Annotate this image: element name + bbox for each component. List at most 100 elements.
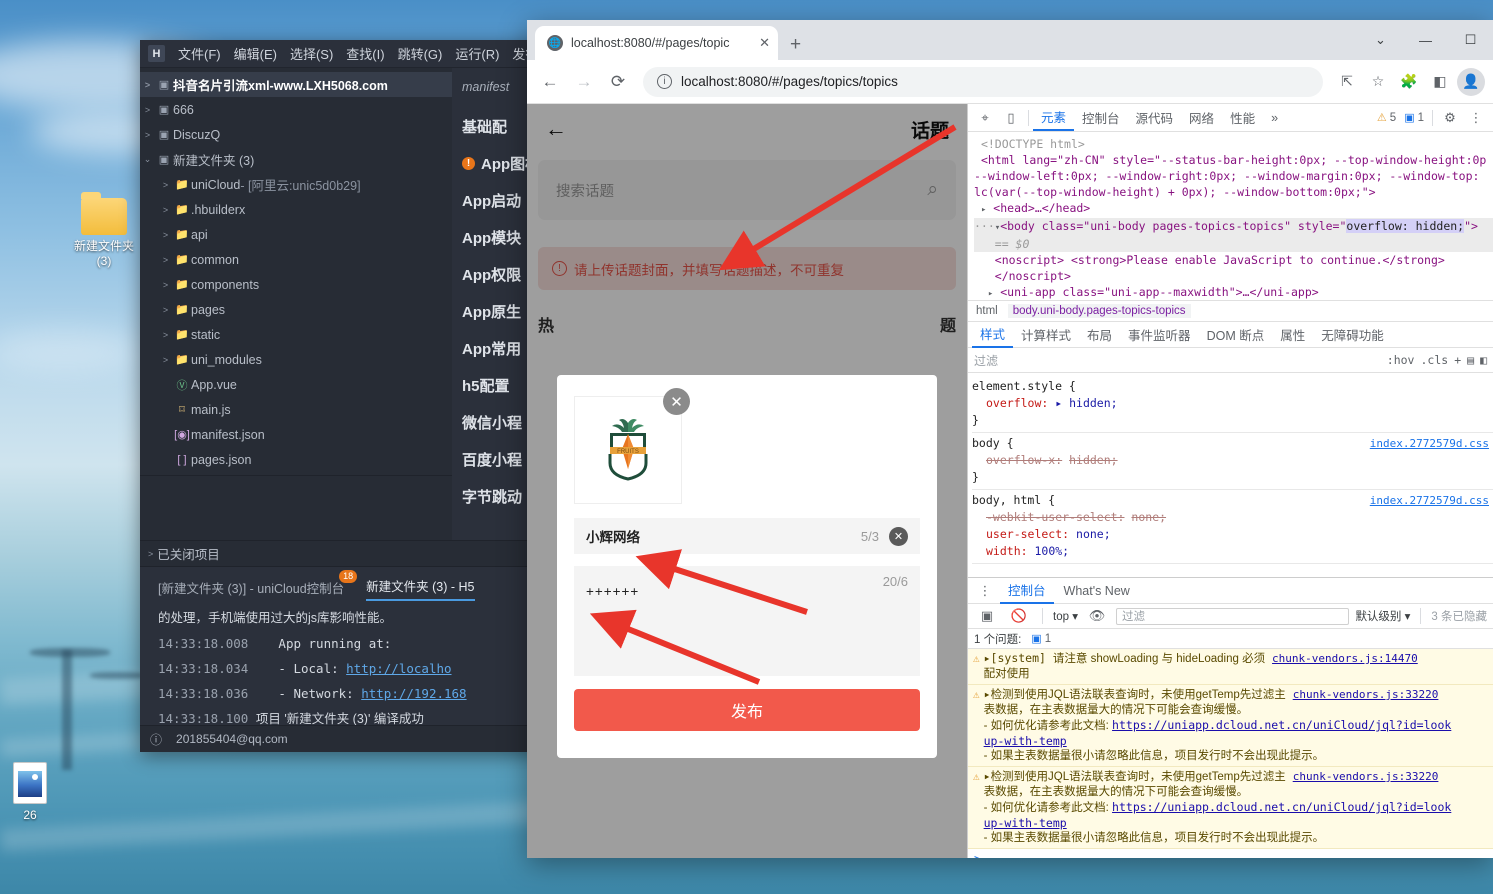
tree-item-project-expanded[interactable]: ⌄ ▣ 新建文件夹 (3) bbox=[140, 147, 452, 172]
console-message-prefix[interactable]: ▸[system] bbox=[984, 651, 1053, 665]
css-source-link[interactable]: index.2772579d.css bbox=[1370, 435, 1489, 452]
gear-icon[interactable]: ⚙ bbox=[1437, 105, 1463, 131]
tree-item-project[interactable]: > ▣ 666 bbox=[140, 97, 452, 122]
console-filter-input[interactable]: 过滤 bbox=[1116, 608, 1349, 625]
console-source-ref[interactable]: chunk-vendors.js:14470 bbox=[1272, 652, 1418, 665]
css-declaration[interactable]: width: 100%; bbox=[972, 543, 1493, 560]
topic-title-field[interactable]: 小辉网络 5/3 ✕ bbox=[574, 518, 920, 554]
side-panel-icon[interactable]: ◧ bbox=[1426, 68, 1454, 96]
console-message-link[interactable]: https://uniapp.dcloud.net.cn/uniCloud/jq… bbox=[1112, 718, 1451, 732]
dom-row-head[interactable]: ▸ <head>…</head> bbox=[974, 200, 1493, 218]
chevron-right-icon[interactable]: > bbox=[158, 255, 173, 265]
tab-network[interactable]: 网络 bbox=[1181, 104, 1222, 131]
toolbar-icons[interactable]: ⇱ ☆ 🧩 ◧ 👤 bbox=[1333, 68, 1485, 96]
css-rule-body[interactable]: index.2772579d.css body { overflow-x: hi… bbox=[972, 433, 1493, 490]
forward-button[interactable]: → bbox=[569, 67, 599, 97]
console-message-warning[interactable]: ⚠ ▸检测到使用JQL语法联表查询时，未使用getTemp先过滤主 chunk-… bbox=[968, 685, 1493, 767]
chevron-down-icon[interactable]: ⌄ bbox=[140, 154, 155, 165]
console-source-ref[interactable]: chunk-vendors.js:33220 bbox=[1293, 770, 1439, 783]
chevron-right-icon[interactable]: > bbox=[158, 305, 173, 315]
clear-console-icon[interactable]: 🚫 bbox=[1006, 603, 1032, 629]
tab-elements[interactable]: 元素 bbox=[1033, 104, 1074, 131]
info-circle-icon[interactable]: i bbox=[657, 74, 672, 89]
drawer-tab-console[interactable]: 控制台 bbox=[1000, 577, 1054, 604]
topic-desc-field[interactable]: 20/6 ++++++ bbox=[574, 566, 920, 676]
profile-icon[interactable]: 👤 bbox=[1457, 68, 1485, 96]
styles-filter-input[interactable]: 过滤 bbox=[974, 352, 1381, 369]
dom-row-body[interactable]: ···▾<body class="uni-body pages-topics-t… bbox=[974, 218, 1493, 236]
dom-row-html[interactable]: <html lang="zh-CN" style="--status-bar-h… bbox=[974, 152, 1493, 168]
tree-item-project[interactable]: > ▣ 抖音名片引流xml-www.LXH5068.com bbox=[140, 72, 452, 97]
styles-filter-bar[interactable]: 过滤 :hov .cls + ▤ ◧ bbox=[968, 348, 1493, 373]
tree-item-folder[interactable]: > 📁 uniCloud - [阿里云:unic5d0b29] bbox=[140, 172, 452, 197]
breadcrumb-item-body[interactable]: body.uni-body.pages-topics-topics bbox=[1008, 304, 1191, 318]
tab-strip[interactable]: 🌐 localhost:8080/#/pages/topic ✕ + ⌄ — ☐ bbox=[527, 20, 1493, 60]
address-bar[interactable]: i localhost:8080/#/pages/topics/topics bbox=[643, 67, 1323, 97]
tree-item-folder[interactable]: > 📁 api bbox=[140, 222, 452, 247]
menu-item-goto[interactable]: 跳转(G) bbox=[398, 44, 443, 63]
devtools-panel[interactable]: ⌖ ▯ 元素 控制台 源代码 网络 性能 » ⚠ 5 ▣ 1 ⚙ bbox=[967, 104, 1493, 858]
tree-item-file-manifest[interactable]: [◉] manifest.json bbox=[140, 422, 452, 447]
console-message-prefix[interactable]: ▸ bbox=[984, 769, 991, 783]
console-tab-unicloud[interactable]: [新建文件夹 (3)] - uniCloud控制台 18 bbox=[158, 578, 344, 601]
tree-item-folder[interactable]: > 📁 components bbox=[140, 272, 452, 297]
tab-event-listeners[interactable]: 事件监听器 bbox=[1120, 321, 1199, 348]
chevron-right-icon[interactable]: > bbox=[158, 230, 173, 240]
browser-tab[interactable]: 🌐 localhost:8080/#/pages/topic ✕ bbox=[535, 26, 778, 60]
info-count-badge[interactable]: ▣ 1 bbox=[1400, 111, 1428, 124]
breadcrumb[interactable]: html body.uni-body.pages-topics-topics bbox=[968, 300, 1493, 322]
project-tree[interactable]: > ▣ 抖音名片引流xml-www.LXH5068.com > ▣ 666 > … bbox=[140, 68, 452, 540]
browser-toolbar[interactable]: ← → ⟳ i localhost:8080/#/pages/topics/to… bbox=[527, 60, 1493, 104]
chevron-right-icon[interactable]: > bbox=[140, 105, 155, 115]
tree-item-folder[interactable]: > 📁 uni_modules bbox=[140, 347, 452, 372]
issues-bar[interactable]: 1 个问题: ▣ 1 bbox=[968, 629, 1493, 649]
tab-sources[interactable]: 源代码 bbox=[1128, 104, 1182, 131]
menu-item-edit[interactable]: 编辑(E) bbox=[234, 44, 277, 63]
console-message-warning[interactable]: ⚠ ▸检测到使用JQL语法联表查询时，未使用getTemp先过滤主 chunk-… bbox=[968, 767, 1493, 849]
minimize-button[interactable]: — bbox=[1403, 20, 1448, 60]
console-context-selector[interactable]: top ▾ bbox=[1053, 609, 1078, 623]
breadcrumb-item-html[interactable]: html bbox=[976, 305, 998, 317]
chrome-browser-window[interactable]: 🌐 localhost:8080/#/pages/topic ✕ + ⌄ — ☐… bbox=[527, 20, 1493, 858]
chevron-right-icon[interactable]: > bbox=[158, 180, 173, 190]
inspect-icon[interactable]: ⌖ bbox=[972, 105, 998, 131]
expand-triangle-icon[interactable]: ▸ bbox=[981, 205, 986, 215]
rendered-page[interactable]: ← 话题 搜索话题 ⌕ ! 请上传话题封面，并填写话题描述，不可重复 热 题 bbox=[527, 104, 967, 858]
hov-toggle[interactable]: :hov bbox=[1387, 353, 1415, 367]
console-message-link-cont[interactable]: up-with-temp bbox=[984, 816, 1067, 830]
publish-topic-modal[interactable]: FRUITS ✕ 小辉网络 5/3 ✕ 20/6 ++++++ 发布 bbox=[557, 375, 937, 758]
reload-button[interactable]: ⟳ bbox=[603, 67, 633, 97]
back-button[interactable]: ← bbox=[535, 67, 565, 97]
css-source-link[interactable]: index.2772579d.css bbox=[1370, 492, 1489, 509]
console-toolbar[interactable]: ▣ 🚫 top ▾ 👁 过滤 默认级别 ▾ 3 条已隐藏 bbox=[968, 604, 1493, 629]
console-source-ref[interactable]: chunk-vendors.js:33220 bbox=[1293, 688, 1439, 701]
console-level-selector[interactable]: 默认级别 ▾ bbox=[1355, 608, 1410, 624]
window-controls[interactable]: ⌄ — ☐ bbox=[1358, 20, 1493, 60]
styles-tab-bar[interactable]: 样式 计算样式 布局 事件监听器 DOM 断点 属性 无障碍功能 bbox=[968, 322, 1493, 348]
desktop-icon-folder[interactable]: 新建文件夹 (3) bbox=[62, 198, 146, 269]
chevron-right-icon[interactable]: > bbox=[140, 80, 155, 90]
publish-button[interactable]: 发布 bbox=[574, 689, 920, 731]
clear-title-icon[interactable]: ✕ bbox=[889, 527, 908, 546]
drawer-tab-bar[interactable]: ⋮ 控制台 What's New bbox=[968, 578, 1493, 604]
tree-item-folder[interactable]: > 📁 pages bbox=[140, 297, 452, 322]
console-tab-h5[interactable]: 新建文件夹 (3) - H5 bbox=[366, 576, 474, 601]
new-tab-button[interactable]: + bbox=[790, 35, 801, 54]
chevron-right-icon[interactable]: > bbox=[158, 355, 173, 365]
console-message-warning[interactable]: ⚠ ▸[system] 请注意 showLoading 与 hideLoadin… bbox=[968, 649, 1493, 685]
console-link[interactable]: http://192.168 bbox=[361, 686, 466, 701]
menu-item-run[interactable]: 运行(R) bbox=[455, 44, 499, 63]
tree-item-folder[interactable]: > 📁 common bbox=[140, 247, 452, 272]
css-declaration[interactable]: user-select: none; bbox=[972, 526, 1493, 543]
console-messages[interactable]: ⚠ ▸[system] 请注意 showLoading 与 hideLoadin… bbox=[968, 649, 1493, 858]
chevron-right-icon[interactable]: > bbox=[158, 330, 173, 340]
console-prompt[interactable]: > bbox=[968, 849, 1493, 858]
expand-triangle-icon[interactable]: ▸ bbox=[988, 289, 993, 299]
desktop-icon-image[interactable]: 26 bbox=[0, 762, 72, 823]
tab-layout[interactable]: 布局 bbox=[1079, 321, 1120, 348]
dom-tree[interactable]: <!DOCTYPE html> <html lang="zh-CN" style… bbox=[968, 132, 1493, 300]
chevron-right-icon[interactable]: > bbox=[158, 205, 173, 215]
tree-item-project[interactable]: > ▣ DiscuzQ bbox=[140, 122, 452, 147]
warning-count-badge[interactable]: ⚠ 5 bbox=[1373, 111, 1400, 124]
css-declaration[interactable]: overflow-x: hidden; bbox=[972, 452, 1493, 469]
